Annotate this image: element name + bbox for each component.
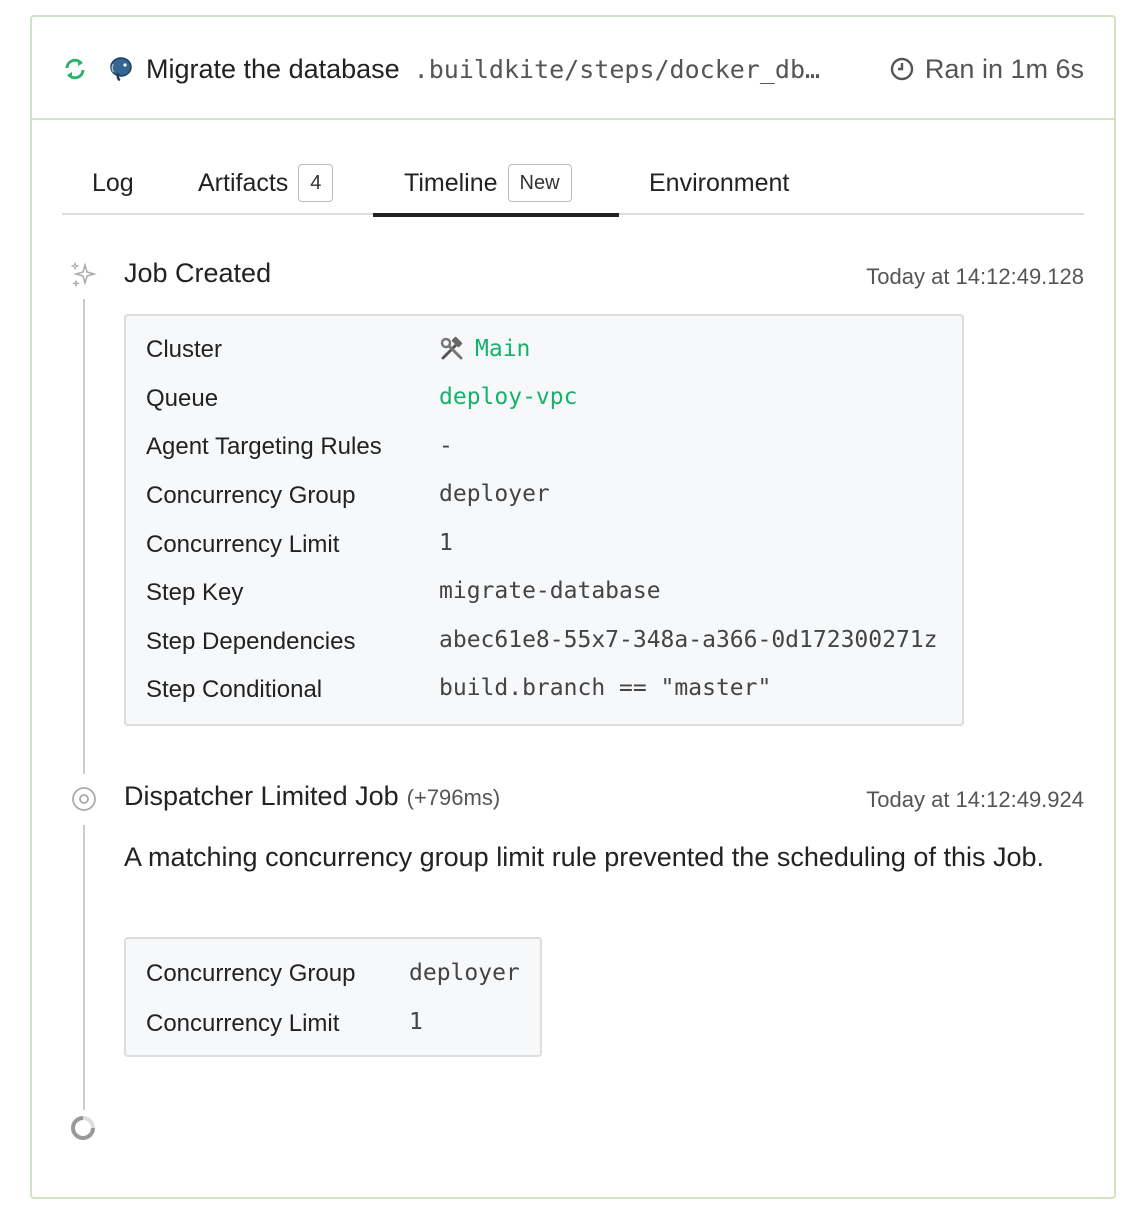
job-title: Migrate the database xyxy=(146,54,400,85)
dispatcher-details: Concurrency Group deployer Concurrency L… xyxy=(124,937,542,1057)
postgres-elephant-icon xyxy=(108,56,134,82)
refresh-icon xyxy=(62,56,88,82)
clock-icon xyxy=(889,56,915,82)
detail-value: migrate-database xyxy=(439,578,661,604)
detail-row-queue: Queue xyxy=(146,379,218,419)
detail-label: Concurrency Group xyxy=(146,482,355,510)
detail-value: deployer xyxy=(409,960,520,986)
detail-label: Concurrency Limit xyxy=(146,531,339,559)
tab-artifacts-label: Artifacts xyxy=(198,169,288,198)
tab-environment-label: Environment xyxy=(649,169,789,198)
detail-label: Step Conditional xyxy=(146,676,322,704)
detail-value: - xyxy=(439,433,453,459)
job-runtime: Ran in 1m 6s xyxy=(889,54,1084,85)
event-description: A matching concurrency group limit rule … xyxy=(124,837,1084,877)
detail-value: 1 xyxy=(409,1009,423,1035)
job-tabs: Log Artifacts 4 Timeline New Environment xyxy=(62,151,1084,215)
detail-row-concurrency-group: Concurrency Group xyxy=(146,954,355,994)
hammer-wrench-icon xyxy=(439,336,465,362)
detail-row-step-conditional: Step Conditional xyxy=(146,670,322,710)
detail-row-agent-rules: Agent Targeting Rules xyxy=(146,427,382,467)
event-timestamp: Today at 14:12:49.128 xyxy=(866,264,1084,290)
runtime-label: Ran in 1m 6s xyxy=(925,54,1084,85)
detail-row-step-dependencies: Step Dependencies xyxy=(146,622,355,662)
timeline-connector xyxy=(83,825,85,1110)
tab-timeline[interactable]: Timeline New xyxy=(373,151,619,215)
event-delta: (+796ms) xyxy=(407,785,501,810)
detail-value: abec61e8-55x7-348a-a366-0d172300271z xyxy=(439,627,938,653)
job-card: Migrate the database .buildkite/steps/do… xyxy=(30,15,1116,1199)
event-title-row: Dispatcher Limited Job (+796ms) xyxy=(124,781,500,812)
event-title: Dispatcher Limited Job xyxy=(124,781,399,811)
detail-label: Concurrency Group xyxy=(146,960,355,988)
tab-log[interactable]: Log xyxy=(92,151,134,215)
tab-log-label: Log xyxy=(92,169,134,198)
detail-row-concurrency-limit: Concurrency Limit xyxy=(146,525,339,565)
job-header[interactable]: Migrate the database .buildkite/steps/do… xyxy=(32,17,1114,120)
detail-value-cluster[interactable]: Main xyxy=(439,336,530,362)
job-created-details: Cluster Main Queue deploy-vpc Agent Targ… xyxy=(124,314,964,726)
target-circle-icon xyxy=(70,785,98,813)
detail-row-cluster: Cluster xyxy=(146,330,222,370)
timeline-connector xyxy=(83,299,85,774)
detail-label: Cluster xyxy=(146,336,222,364)
detail-value: deployer xyxy=(439,481,550,507)
sparkle-icon xyxy=(69,261,97,289)
detail-value: 1 xyxy=(439,530,453,556)
tab-timeline-label: Timeline xyxy=(404,169,498,198)
tab-artifacts[interactable]: Artifacts 4 xyxy=(198,151,333,215)
event-timestamp: Today at 14:12:49.924 xyxy=(866,787,1084,813)
detail-label: Step Key xyxy=(146,579,243,607)
detail-label: Concurrency Limit xyxy=(146,1010,339,1038)
loading-spinner-icon xyxy=(69,1114,97,1142)
artifacts-count-badge: 4 xyxy=(298,164,333,202)
new-badge: New xyxy=(508,164,572,202)
detail-row-concurrency-group: Concurrency Group xyxy=(146,476,355,516)
detail-row-step-key: Step Key xyxy=(146,573,243,613)
cluster-link[interactable]: Main xyxy=(475,336,530,362)
detail-label: Step Dependencies xyxy=(146,628,355,656)
event-title: Job Created xyxy=(124,258,271,289)
tab-environment[interactable]: Environment xyxy=(649,151,789,215)
detail-label: Agent Targeting Rules xyxy=(146,433,382,461)
detail-row-concurrency-limit: Concurrency Limit xyxy=(146,1004,339,1044)
job-step-path: .buildkite/steps/docker_db… xyxy=(414,55,822,84)
detail-value: build.branch == "master" xyxy=(439,675,771,701)
detail-label: Queue xyxy=(146,385,218,413)
queue-link[interactable]: deploy-vpc xyxy=(439,384,577,410)
